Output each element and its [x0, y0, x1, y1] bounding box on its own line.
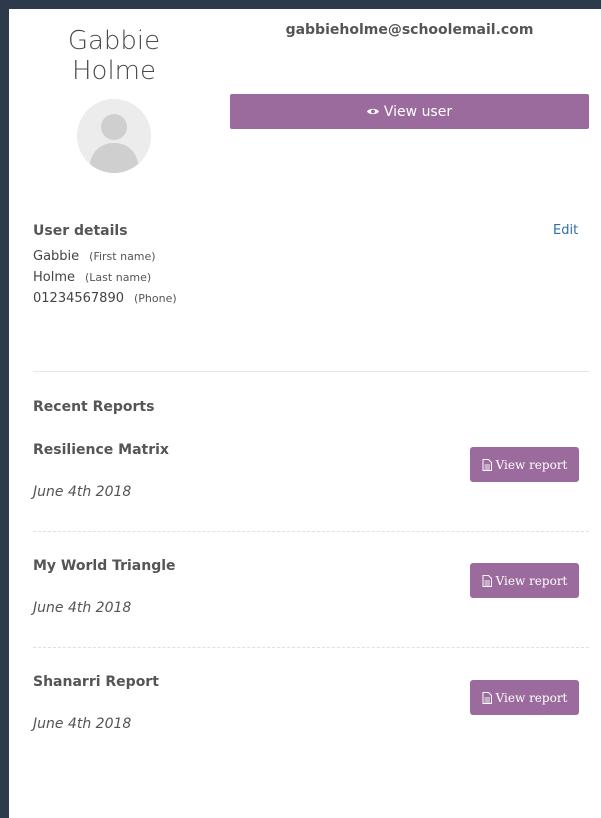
- user-panel: Gabbie Holme gabbieholme@schoolemail.com…: [9, 9, 601, 818]
- recent-reports-title: Recent Reports: [33, 399, 155, 415]
- view-report-label: View report: [495, 573, 568, 588]
- document-icon: [482, 691, 492, 704]
- section-divider: [33, 371, 589, 372]
- user-first-name: Gabbie: [67, 26, 161, 56]
- view-report-label: View report: [495, 690, 568, 705]
- detail-hint: (Phone): [133, 292, 177, 305]
- user-email: gabbieholme@schoolemail.com: [285, 22, 534, 38]
- report-date: June 4th 2018: [33, 716, 132, 732]
- eye-icon: [366, 108, 379, 115]
- detail-value: 01234567890: [33, 291, 124, 306]
- report-name: My World Triangle: [33, 558, 176, 574]
- avatar-placeholder-icon: [77, 99, 151, 173]
- report-divider: [33, 647, 589, 648]
- edit-link[interactable]: Edit: [553, 223, 578, 238]
- detail-hint: (Last name): [85, 271, 152, 284]
- detail-hint: (First name): [89, 250, 156, 263]
- report-name: Shanarri Report: [33, 674, 159, 690]
- detail-row-first-name: Gabbie (First name): [33, 249, 156, 264]
- report-date: June 4th 2018: [33, 484, 132, 500]
- view-user-button[interactable]: View user: [230, 94, 589, 129]
- report-divider: [33, 531, 589, 532]
- detail-row-last-name: Holme (Last name): [33, 270, 151, 285]
- document-icon: [482, 458, 492, 471]
- view-report-button[interactable]: View report: [470, 563, 579, 598]
- view-report-button[interactable]: View report: [470, 447, 579, 482]
- user-last-name: Holme: [71, 56, 156, 86]
- view-user-label: View user: [383, 103, 453, 120]
- document-icon: [482, 574, 492, 587]
- detail-row-phone: 01234567890 (Phone): [33, 291, 177, 306]
- view-report-button[interactable]: View report: [470, 680, 579, 715]
- avatar: [77, 99, 151, 173]
- user-details-title: User details: [33, 223, 128, 239]
- report-name: Resilience Matrix: [33, 442, 169, 458]
- user-name-heading: Gabbie Holme: [54, 26, 174, 86]
- view-report-label: View report: [495, 457, 568, 472]
- detail-value: Gabbie: [33, 249, 80, 264]
- report-date: June 4th 2018: [33, 600, 132, 616]
- detail-value: Holme: [33, 270, 76, 285]
